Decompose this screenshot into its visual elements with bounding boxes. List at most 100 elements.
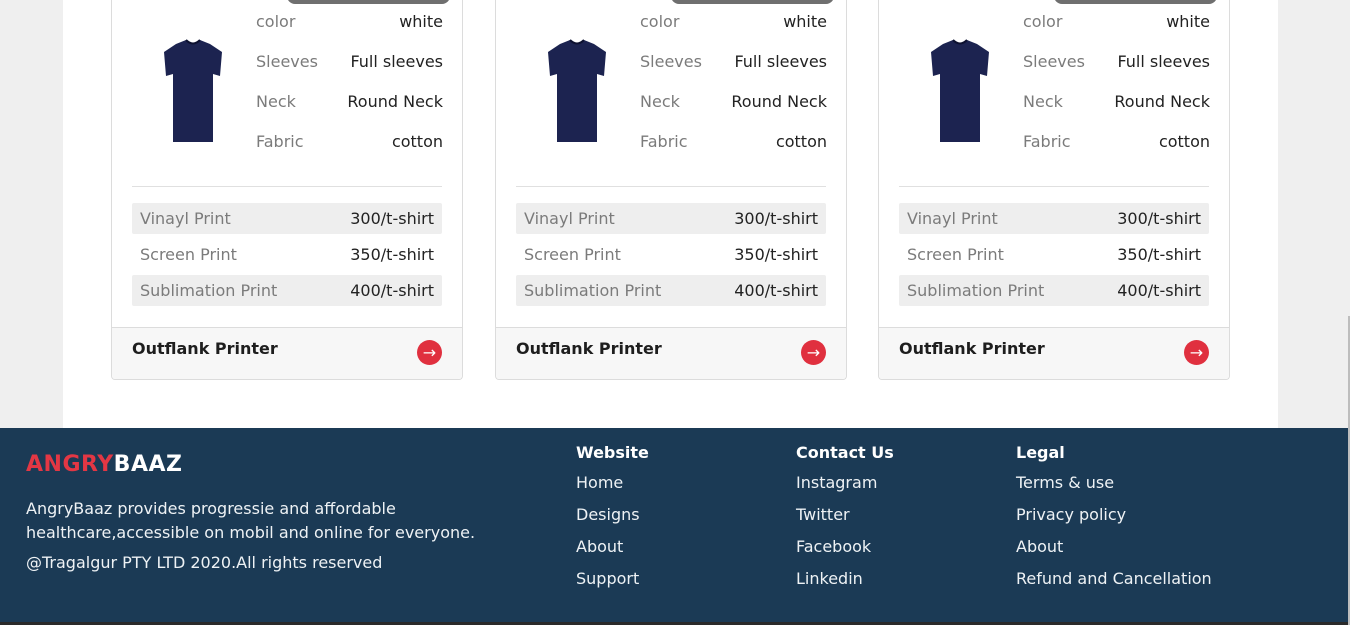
spec-value: Round Neck bbox=[347, 92, 443, 111]
spec-row-fabric: Fabric cotton bbox=[256, 131, 443, 153]
tshirt-icon bbox=[548, 39, 606, 142]
price-label: Screen Print bbox=[907, 245, 1004, 264]
spec-label: color bbox=[640, 12, 680, 31]
spec-label: Fabric bbox=[1023, 132, 1071, 151]
spec-label: Sleeves bbox=[1023, 52, 1085, 71]
footer-column-website: Website Home Designs About Support bbox=[576, 443, 649, 601]
spec-value: white bbox=[783, 12, 827, 31]
spec-label: Fabric bbox=[640, 132, 688, 151]
spec-row-neck: Neck Round Neck bbox=[640, 91, 827, 113]
spec-value: cotton bbox=[1158, 132, 1210, 151]
price-value: 400/t-shirt bbox=[1117, 281, 1201, 300]
footer-column-legal: Legal Terms & use Privacy policy About R… bbox=[1016, 443, 1212, 601]
spec-value: Full sleeves bbox=[734, 52, 827, 71]
brand-logo[interactable]: ANGRYBAAZ bbox=[26, 452, 182, 477]
footer-copyright: @Tragalgur PTY LTD 2020.All rights reser… bbox=[26, 553, 383, 572]
spec-row-sleeves: Sleeves Full sleeves bbox=[640, 51, 827, 73]
price-label: Screen Print bbox=[140, 245, 237, 264]
footer-link-privacy[interactable]: Privacy policy bbox=[1016, 505, 1212, 537]
price-value: 350/t-shirt bbox=[350, 245, 434, 264]
site-footer: ANGRYBAAZ AngryBaaz provides progressie … bbox=[0, 428, 1350, 625]
footer-link-instagram[interactable]: Instagram bbox=[796, 473, 894, 505]
footer-column-contact: Contact Us Instagram Twitter Facebook Li… bbox=[796, 443, 894, 601]
tshirt-icon bbox=[164, 39, 222, 142]
spec-value: cotton bbox=[775, 132, 827, 151]
spec-label: Sleeves bbox=[640, 52, 702, 71]
arrow-right-icon[interactable]: → bbox=[1184, 340, 1209, 365]
price-value: 300/t-shirt bbox=[1117, 209, 1201, 228]
price-row-sublimation: Sublimation Print 400/t-shirt bbox=[516, 275, 826, 306]
spec-value: Round Neck bbox=[731, 92, 827, 111]
card-footer: Outflank Printer → bbox=[112, 327, 462, 379]
price-row-vinyl: Vinayl Print 300/t-shirt bbox=[132, 203, 442, 234]
spec-value: Full sleeves bbox=[350, 52, 443, 71]
footer-link-terms[interactable]: Terms & use bbox=[1016, 473, 1212, 505]
spec-row-sleeves: Sleeves Full sleeves bbox=[256, 51, 443, 73]
price-row-vinyl: Vinayl Print 300/t-shirt bbox=[516, 203, 826, 234]
card-top-tab[interactable] bbox=[671, 0, 834, 4]
spec-label: Neck bbox=[640, 92, 680, 111]
price-label: Vinayl Print bbox=[524, 209, 615, 228]
card-top-tab[interactable] bbox=[287, 0, 450, 4]
arrow-right-icon[interactable]: → bbox=[417, 340, 442, 365]
spec-row-fabric: Fabric cotton bbox=[640, 131, 827, 153]
price-label: Screen Print bbox=[524, 245, 621, 264]
tshirt-icon bbox=[931, 39, 989, 142]
product-card: color white Sleeves Full sleeves Neck Ro… bbox=[111, 0, 463, 380]
spec-label: color bbox=[256, 12, 296, 31]
footer-link-about[interactable]: About bbox=[576, 537, 649, 569]
price-label: Sublimation Print bbox=[140, 281, 278, 300]
spec-row-sleeves: Sleeves Full sleeves bbox=[1023, 51, 1210, 73]
card-divider bbox=[132, 186, 442, 187]
brand-logo-red: ANGRY bbox=[26, 452, 114, 477]
arrow-right-icon[interactable]: → bbox=[801, 340, 826, 365]
spec-row-color: color white bbox=[1023, 11, 1210, 33]
spec-value: cotton bbox=[391, 132, 443, 151]
footer-link-twitter[interactable]: Twitter bbox=[796, 505, 894, 537]
footer-link-linkedin[interactable]: Linkedin bbox=[796, 569, 894, 601]
spec-label: Neck bbox=[1023, 92, 1063, 111]
product-card: color white Sleeves Full sleeves Neck Ro… bbox=[878, 0, 1230, 380]
price-label: Vinayl Print bbox=[140, 209, 231, 228]
price-label: Sublimation Print bbox=[524, 281, 662, 300]
footer-link-about-legal[interactable]: About bbox=[1016, 537, 1212, 569]
price-row-screen: Screen Print 350/t-shirt bbox=[132, 239, 442, 270]
price-label: Vinayl Print bbox=[907, 209, 998, 228]
price-row-sublimation: Sublimation Print 400/t-shirt bbox=[132, 275, 442, 306]
footer-link-designs[interactable]: Designs bbox=[576, 505, 649, 537]
printer-name[interactable]: Outflank Printer bbox=[899, 339, 1045, 358]
spec-row-fabric: Fabric cotton bbox=[1023, 131, 1210, 153]
price-value: 400/t-shirt bbox=[734, 281, 818, 300]
spec-label: Fabric bbox=[256, 132, 304, 151]
printer-name[interactable]: Outflank Printer bbox=[132, 339, 278, 358]
card-divider bbox=[899, 186, 1209, 187]
footer-link-support[interactable]: Support bbox=[576, 569, 649, 601]
spec-value: Round Neck bbox=[1114, 92, 1210, 111]
footer-link-facebook[interactable]: Facebook bbox=[796, 537, 894, 569]
footer-column-heading: Legal bbox=[1016, 443, 1065, 462]
spec-row-neck: Neck Round Neck bbox=[1023, 91, 1210, 113]
card-top-tab[interactable] bbox=[1054, 0, 1217, 4]
footer-link-refund[interactable]: Refund and Cancellation bbox=[1016, 569, 1212, 601]
price-row-screen: Screen Print 350/t-shirt bbox=[899, 239, 1209, 270]
spec-value: white bbox=[1166, 12, 1210, 31]
footer-column-heading: Website bbox=[576, 443, 649, 462]
card-footer: Outflank Printer → bbox=[496, 327, 846, 379]
price-row-screen: Screen Print 350/t-shirt bbox=[516, 239, 826, 270]
footer-description: AngryBaaz provides progressie and afford… bbox=[26, 499, 476, 542]
spec-row-neck: Neck Round Neck bbox=[256, 91, 443, 113]
printer-name[interactable]: Outflank Printer bbox=[516, 339, 662, 358]
price-label: Sublimation Print bbox=[907, 281, 1045, 300]
footer-link-home[interactable]: Home bbox=[576, 473, 649, 505]
product-card: color white Sleeves Full sleeves Neck Ro… bbox=[495, 0, 847, 380]
spec-label: Neck bbox=[256, 92, 296, 111]
footer-column-heading: Contact Us bbox=[796, 443, 894, 462]
card-divider bbox=[516, 186, 826, 187]
spec-label: Sleeves bbox=[256, 52, 318, 71]
spec-value: Full sleeves bbox=[1117, 52, 1210, 71]
price-row-sublimation: Sublimation Print 400/t-shirt bbox=[899, 275, 1209, 306]
price-value: 400/t-shirt bbox=[350, 281, 434, 300]
price-value: 300/t-shirt bbox=[734, 209, 818, 228]
card-footer: Outflank Printer → bbox=[879, 327, 1229, 379]
spec-value: white bbox=[399, 12, 443, 31]
